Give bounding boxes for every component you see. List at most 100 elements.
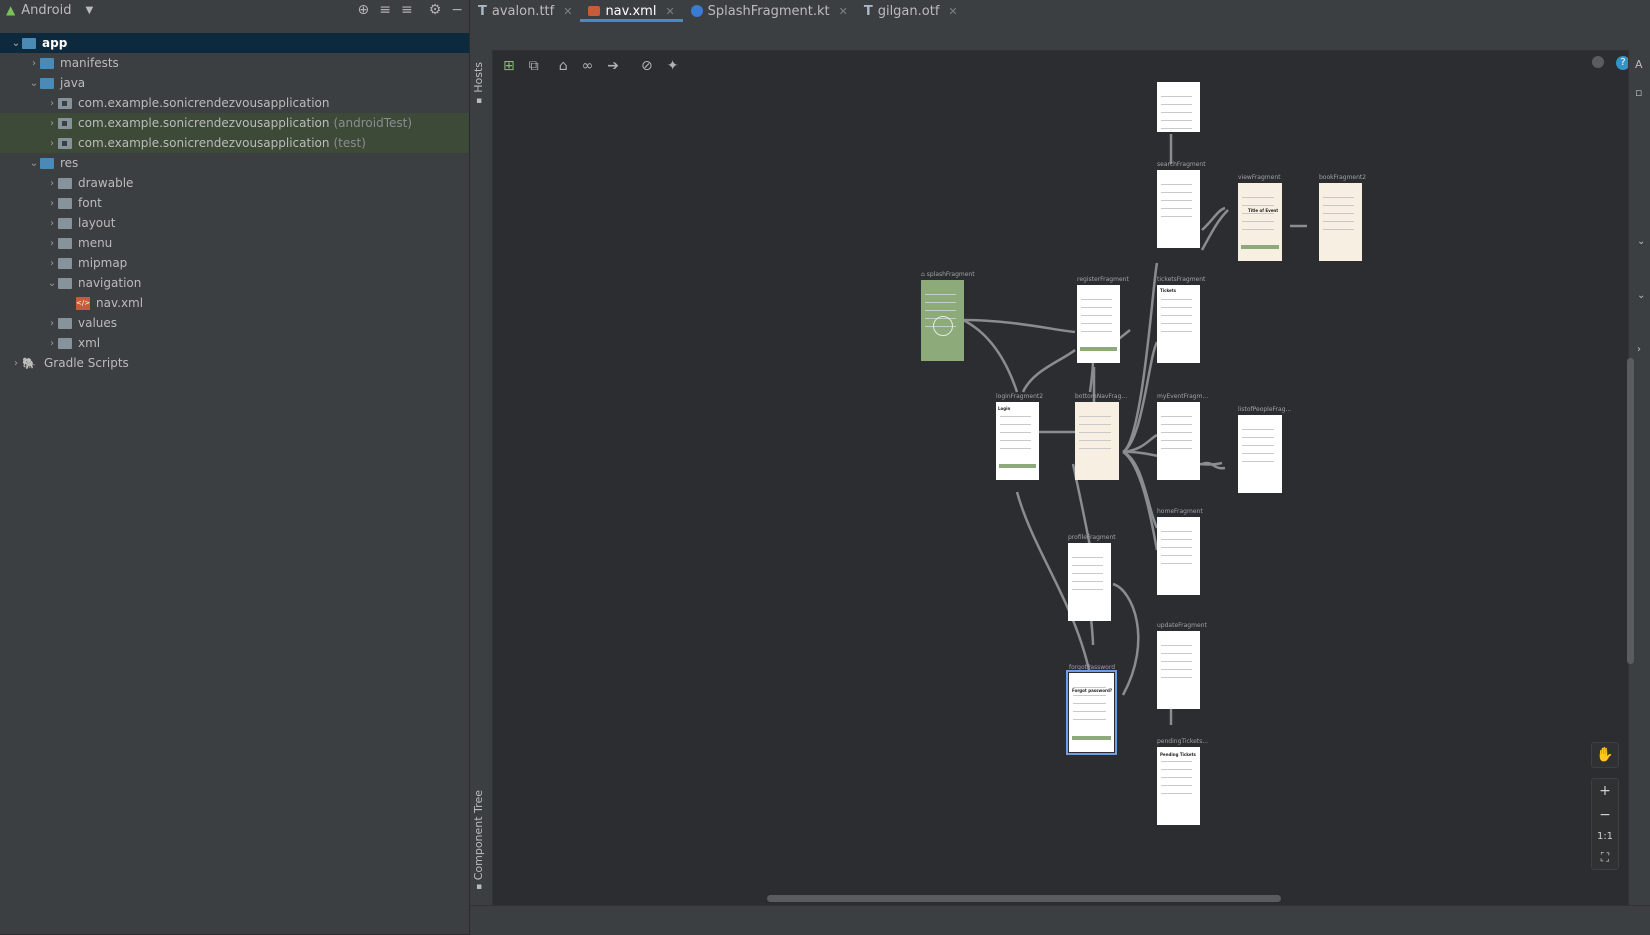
view-selector[interactable]: ▲ Android ▼ [0, 3, 93, 18]
chevron-down-icon[interactable]: ⌄ [1637, 236, 1645, 247]
mini-text: Tickets [1160, 288, 1177, 293]
tab-splashfragment-kt[interactable]: SplashFragment.kt ✕ [683, 0, 856, 22]
pan-hand-icon[interactable]: ✋ [1596, 747, 1613, 763]
chevron-down-icon[interactable]: ⌄ [10, 38, 22, 49]
chevron-right-icon[interactable]: › [46, 98, 58, 109]
editor-sub-strip [470, 22, 1650, 51]
chevron-right-icon[interactable]: › [46, 138, 58, 149]
tree-item[interactable]: › menu [0, 233, 469, 253]
chevron-right-icon[interactable]: › [46, 218, 58, 229]
project-header: ▲ Android ▼ ⊕ ≡ ≡ ⚙ − [0, 0, 469, 20]
fragment-destination[interactable] [1157, 82, 1200, 132]
fragment-destination[interactable] [1075, 402, 1119, 480]
tree-item[interactable]: › com.example.sonicrendezvousapplication [0, 93, 469, 113]
close-icon[interactable]: ✕ [563, 5, 572, 18]
tree-item[interactable]: ⌄ app [0, 33, 469, 53]
fragment-label: ⌂ splashFragment [921, 271, 975, 278]
tree-item[interactable]: ⌄ navigation [0, 273, 469, 293]
vertical-scrollbar[interactable] [1627, 358, 1634, 664]
tree-item[interactable]: › values [0, 313, 469, 333]
fragment-destination[interactable] [1238, 183, 1282, 261]
chevron-right-icon[interactable]: › [46, 118, 58, 129]
home-icon[interactable]: ⌂ [559, 58, 568, 74]
chevron-down-icon[interactable]: ⌄ [28, 78, 40, 89]
zoom-out-button[interactable]: − [1599, 807, 1611, 823]
mini-line [1323, 205, 1354, 206]
tree-item[interactable]: › drawable [0, 173, 469, 193]
fragment-destination[interactable] [1319, 183, 1362, 261]
new-destination-icon[interactable]: ⊞ [503, 58, 515, 74]
zoom-actual-size-button[interactable]: 1:1 [1597, 831, 1613, 842]
fragment-label: profileFragment [1068, 534, 1116, 541]
nested-graph-icon[interactable]: ⧉ [529, 58, 539, 74]
tab-avalon-ttf[interactable]: T avalon.ttf ✕ [470, 0, 580, 22]
navigation-graph-canvas[interactable]: searchFragment viewFragment bookFragment2 ⌂… [493, 80, 1628, 902]
chevron-right-icon[interactable]: › [46, 318, 58, 329]
horizontal-scrollbar[interactable] [767, 895, 1281, 902]
component-tree-tab[interactable]: Component Tree [472, 790, 485, 880]
tree-item[interactable]: › xml [0, 333, 469, 353]
tree-item[interactable]: </> nav.xml [0, 293, 469, 313]
tree-item[interactable]: › 🐘 Gradle Scripts [0, 353, 469, 373]
tab-gilgan-otf[interactable]: T gilgan.otf ✕ [856, 0, 966, 22]
tab-nav-xml[interactable]: nav.xml ✕ [580, 0, 683, 22]
chevron-down-icon[interactable]: ⌄ [28, 158, 40, 169]
tree-item[interactable]: › layout [0, 213, 469, 233]
fragment-destination[interactable] [1066, 670, 1117, 755]
fragment-destination[interactable] [1077, 285, 1120, 363]
close-icon[interactable]: ✕ [665, 5, 674, 18]
xml-file-icon: </> [76, 296, 90, 310]
folder-icon [58, 197, 72, 209]
tree-item-label: manifests [60, 56, 119, 70]
fragment-destination[interactable] [1157, 170, 1200, 248]
zoom-in-button[interactable]: + [1599, 783, 1611, 799]
chevron-right-icon[interactable]: › [46, 198, 58, 209]
chevron-down-icon[interactable]: ⌄ [46, 278, 58, 289]
chevron-right-icon[interactable]: › [46, 258, 58, 269]
tree-item[interactable]: › com.example.sonicrendezvousapplication(… [0, 133, 469, 153]
fragment-destination[interactable] [1238, 415, 1282, 493]
info-icon[interactable] [1592, 56, 1604, 68]
fragment-destination[interactable] [1157, 517, 1200, 595]
panel-icon[interactable]: ▫ [1635, 86, 1642, 99]
arrow-right-icon[interactable]: ➔ [607, 58, 619, 74]
tree-item[interactable]: › mipmap [0, 253, 469, 273]
chevron-right-icon[interactable]: › [28, 58, 40, 69]
chevron-right-icon[interactable]: › [46, 178, 58, 189]
tree-item-label: drawable [78, 176, 134, 190]
expand-all-icon[interactable]: ≡ [379, 2, 391, 18]
chevron-right-icon[interactable]: › [1637, 344, 1641, 355]
fragment-destination[interactable] [1068, 543, 1111, 621]
chevron-right-icon[interactable]: › [46, 338, 58, 349]
fragment-destination[interactable] [1157, 402, 1200, 480]
fragment-destination[interactable] [1157, 285, 1200, 363]
auto-arrange-icon[interactable]: ⊘ [641, 58, 653, 74]
tree-item[interactable]: › manifests [0, 53, 469, 73]
fragment-label: myEventFragm... [1157, 393, 1209, 400]
fragment-destination[interactable] [1157, 631, 1200, 709]
minimize-icon[interactable]: − [451, 2, 463, 18]
link-icon[interactable]: ∞ [582, 58, 594, 74]
gear-icon[interactable]: ⚙ [429, 2, 442, 18]
fragment-destination[interactable] [1157, 747, 1200, 825]
chevron-down-icon[interactable]: ⌄ [1637, 290, 1645, 301]
fragment-destination[interactable] [921, 280, 964, 361]
mini-line [1161, 555, 1192, 556]
fragment-destination[interactable] [996, 402, 1039, 480]
tree-item[interactable]: ⌄ res [0, 153, 469, 173]
hosts-tab[interactable]: Hosts [472, 62, 485, 93]
chevron-right-icon[interactable]: › [10, 358, 22, 369]
chevron-right-icon[interactable]: › [46, 238, 58, 249]
tree-item-label: app [42, 36, 68, 50]
attributes-tab[interactable]: A [1635, 58, 1643, 71]
tree-item[interactable]: ⌄ java [0, 73, 469, 93]
magic-wand-icon[interactable]: ✦ [667, 58, 679, 74]
close-icon[interactable]: ✕ [839, 5, 848, 18]
tree-item-label: xml [78, 336, 101, 350]
tree-item[interactable]: › font [0, 193, 469, 213]
locate-icon[interactable]: ⊕ [358, 2, 370, 18]
zoom-fit-icon[interactable]: ⛶ [1601, 850, 1609, 865]
close-icon[interactable]: ✕ [948, 5, 957, 18]
tree-item[interactable]: › com.example.sonicrendezvousapplication(… [0, 113, 469, 133]
collapse-all-icon[interactable]: ≡ [401, 2, 413, 18]
